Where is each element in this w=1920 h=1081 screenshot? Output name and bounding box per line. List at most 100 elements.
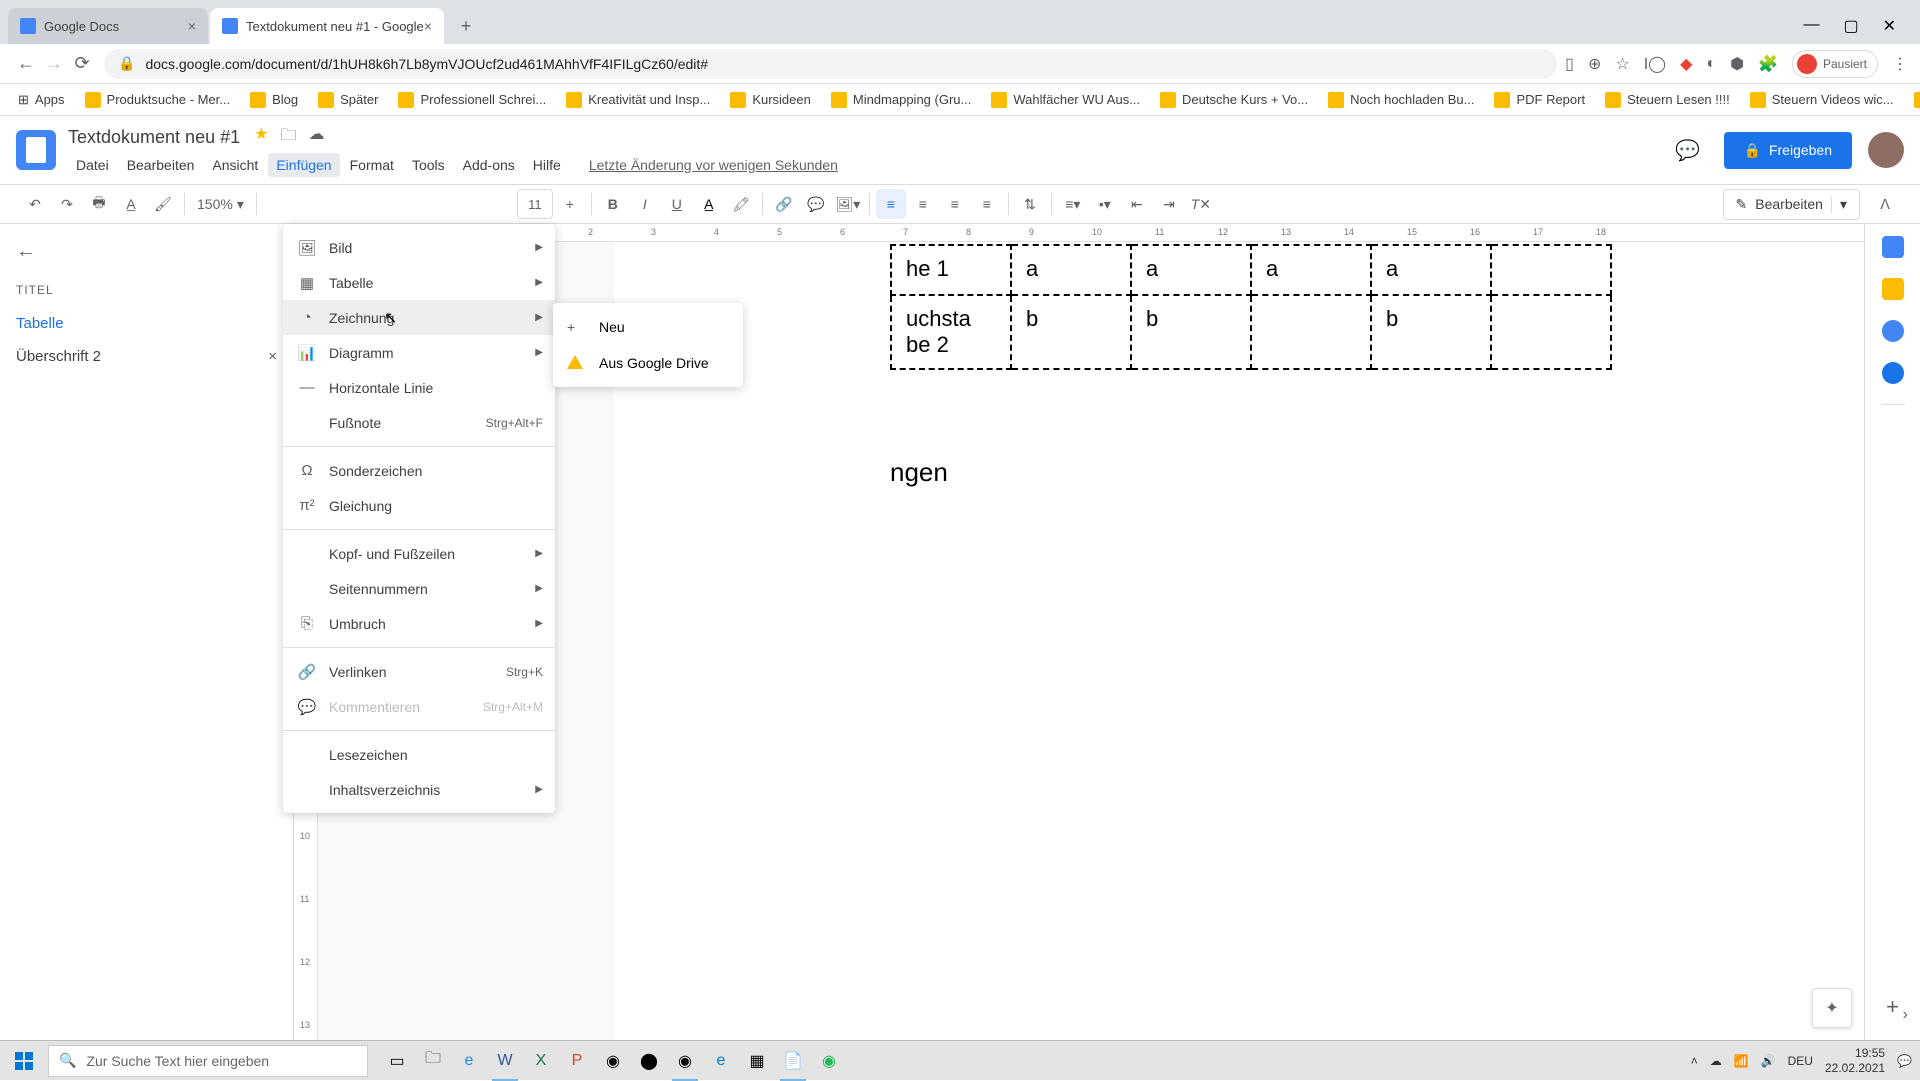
bookmark-item[interactable]: Deutsche Kurs + Vo... [1154, 88, 1314, 112]
ie-icon[interactable]: e [452, 1041, 486, 1081]
word-icon[interactable]: W [488, 1041, 522, 1081]
bold-button[interactable]: B [598, 189, 628, 219]
remove-outline-icon[interactable]: × [268, 348, 277, 365]
menu-tools[interactable]: Tools [404, 153, 453, 177]
keep-icon[interactable] [1882, 278, 1904, 300]
menu-format[interactable]: Format [342, 153, 402, 177]
calendar-icon[interactable] [1882, 236, 1904, 258]
line-spacing-button[interactable]: ⇅ [1015, 189, 1045, 219]
submenu-new[interactable]: + Neu [553, 309, 743, 345]
insert-menu-item[interactable]: ▦Tabelle▶ [283, 265, 555, 300]
close-icon[interactable]: × [424, 18, 432, 34]
minimize-icon[interactable]: — [1803, 16, 1819, 36]
menu-ansicht[interactable]: Ansicht [204, 153, 266, 177]
close-window-icon[interactable]: ✕ [1883, 16, 1896, 36]
insert-menu-item[interactable]: 🔗VerlinkenStrg+K [283, 654, 555, 689]
table-cell[interactable]: b [1011, 295, 1131, 369]
chrome-icon[interactable]: ◉ [668, 1041, 702, 1081]
zoom-select[interactable]: 150% ▾ [191, 196, 250, 213]
ext1-icon[interactable]: I◯ [1644, 54, 1666, 74]
maximize-icon[interactable]: ▢ [1843, 16, 1858, 36]
highlight-button[interactable]: 🖍 [726, 189, 756, 219]
language-indicator[interactable]: DEU [1788, 1054, 1813, 1068]
insert-menu-item[interactable]: π²Gleichung [283, 488, 555, 523]
font-size-increase[interactable]: + [555, 189, 585, 219]
insert-menu-item[interactable]: Lesezeichen [283, 737, 555, 772]
menu-icon[interactable]: ⋮ [1892, 54, 1908, 74]
increase-indent-button[interactable]: ⇥ [1154, 189, 1184, 219]
notepad-icon[interactable]: 📄 [776, 1041, 810, 1081]
text-color-button[interactable]: A̲ [694, 189, 724, 219]
bookmark-item[interactable]: Büro [1908, 88, 1920, 112]
bullet-list-button[interactable]: •▾ [1090, 189, 1120, 219]
notifications-icon[interactable]: 💬 [1897, 1054, 1912, 1068]
reload-button[interactable]: ⟳ [68, 50, 96, 78]
insert-menu-item[interactable]: 📊Diagramm▶ [283, 335, 555, 370]
table-cell[interactable]: a [1251, 245, 1371, 295]
cloud-status-icon[interactable]: ☁ [308, 124, 324, 151]
app-icon[interactable]: ◉ [596, 1041, 630, 1081]
print-button[interactable]: 🖶 [84, 189, 114, 219]
docs-logo-icon[interactable] [16, 130, 56, 170]
insert-menu-item[interactable]: FußnoteStrg+Alt+F [283, 405, 555, 440]
insert-menu-item[interactable]: ΩSonderzeichen [283, 453, 555, 488]
table-cell[interactable]: b [1131, 295, 1251, 369]
volume-icon[interactable]: 🔊 [1761, 1054, 1776, 1068]
table-cell[interactable] [1251, 295, 1371, 369]
insert-menu-item[interactable]: 🖼Bild▶ [283, 230, 555, 265]
numbered-list-button[interactable]: ≡▾ [1058, 189, 1088, 219]
document-table[interactable]: he 1 a a a a uchsta be 2 b b b [890, 244, 1612, 370]
star-icon[interactable]: ☆ [1615, 54, 1629, 74]
insert-menu-item[interactable]: Inhaltsverzeichnis▶ [283, 772, 555, 807]
contacts-icon[interactable] [1882, 362, 1904, 384]
browser-tab[interactable]: Google Docs × [8, 8, 208, 44]
spellcheck-button[interactable]: A̲ [116, 189, 146, 219]
powerpoint-icon[interactable]: P [560, 1041, 594, 1081]
menu-datei[interactable]: Datei [68, 153, 117, 177]
table-cell[interactable]: a [1371, 245, 1491, 295]
bookmark-item[interactable]: Wahlfächer WU Aus... [985, 88, 1146, 112]
move-icon[interactable]: 🗀 [280, 124, 296, 151]
side-panel-toggle[interactable]: › [1903, 1006, 1908, 1024]
search-ext-icon[interactable]: ⊕ [1588, 54, 1601, 74]
bookmark-item[interactable]: Steuern Videos wic... [1744, 88, 1900, 112]
heading-text[interactable]: ngen [890, 457, 948, 488]
browser-tab-active[interactable]: Textdokument neu #1 - Google × [210, 8, 444, 44]
bookmark-item[interactable]: Professionell Schrei... [392, 88, 552, 112]
table-cell[interactable]: he 1 [891, 245, 1011, 295]
bookmark-apps[interactable]: ⊞Apps [12, 88, 71, 112]
add-addon-button[interactable]: + [1886, 994, 1899, 1020]
menu-einfuegen[interactable]: Einfügen [268, 153, 339, 177]
menu-hilfe[interactable]: Hilfe [525, 153, 569, 177]
outline-back-button[interactable]: ← [16, 240, 277, 263]
insert-menu-item[interactable]: ⎘Umbruch▶ [283, 606, 555, 641]
paint-format-button[interactable]: 🖌 [148, 189, 178, 219]
decrease-indent-button[interactable]: ⇤ [1122, 189, 1152, 219]
bookmark-item[interactable]: Blog [244, 88, 304, 112]
link-button[interactable]: 🔗 [769, 189, 799, 219]
insert-menu-item[interactable]: ◔Zeichnung▶ [283, 300, 555, 335]
clock[interactable]: 19:55 22.02.2021 [1825, 1046, 1885, 1075]
bookmark-item[interactable]: Kreativität und Insp... [560, 88, 716, 112]
redo-button[interactable]: ↷ [52, 189, 82, 219]
font-size-input[interactable]: 11 [517, 189, 553, 219]
align-center-button[interactable]: ≡ [908, 189, 938, 219]
insert-menu-item[interactable]: Seitennummern▶ [283, 571, 555, 606]
cloud-icon[interactable]: ☁ [1710, 1054, 1722, 1068]
outline-item[interactable]: Überschrift 2 × [16, 340, 277, 373]
align-justify-button[interactable]: ≡ [972, 189, 1002, 219]
explore-button[interactable]: ✦ [1812, 988, 1852, 1028]
italic-button[interactable]: I [630, 189, 660, 219]
app-icon[interactable]: ▦ [740, 1041, 774, 1081]
back-button[interactable]: ← [12, 50, 40, 78]
url-input[interactable]: 🔒 docs.google.com/document/d/1hUH8k6h7Lb… [104, 49, 1557, 79]
cast-icon[interactable]: ▯ [1565, 54, 1574, 74]
undo-button[interactable]: ↶ [20, 189, 50, 219]
excel-icon[interactable]: X [524, 1041, 558, 1081]
tasks-icon[interactable] [1882, 320, 1904, 342]
menu-bearbeiten[interactable]: Bearbeiten [119, 153, 203, 177]
forward-button[interactable]: → [40, 50, 68, 78]
font-size-decrease[interactable] [485, 189, 515, 219]
table-cell[interactable]: a [1011, 245, 1131, 295]
align-left-button[interactable]: ≡ [876, 189, 906, 219]
